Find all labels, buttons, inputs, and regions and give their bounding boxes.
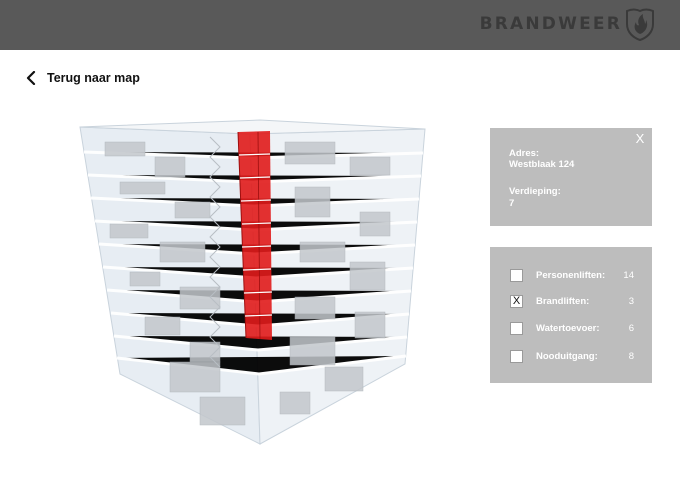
- filter-label: Brandliften:: [536, 295, 590, 307]
- filter-label: Personenliften:: [536, 269, 606, 281]
- checkbox-watertoevoer[interactable]: [510, 321, 523, 335]
- filter-personenliften[interactable]: Personenliften: 14: [510, 268, 640, 282]
- brand-name: BRANDWEER: [479, 14, 622, 34]
- checkbox-brandliften[interactable]: X: [510, 294, 523, 308]
- filter-nooduitgang[interactable]: Nooduitgang: 8: [510, 349, 640, 363]
- floor-value: 7: [509, 198, 515, 209]
- filter-count: 8: [628, 350, 634, 362]
- filter-count: 6: [628, 322, 634, 334]
- filter-label: Watertoevoer:: [536, 322, 600, 334]
- filter-count: 3: [628, 295, 634, 307]
- filter-brandliften[interactable]: X Brandliften: 3: [510, 294, 640, 308]
- back-link[interactable]: Terug naar map: [24, 69, 140, 87]
- checkbox-nooduitgang[interactable]: [510, 349, 523, 363]
- top-bar: BRANDWEER: [0, 0, 680, 50]
- filter-count: 14: [623, 269, 634, 281]
- back-label: Terug naar map: [47, 71, 140, 85]
- brandweer-flame-logo-icon: [626, 8, 654, 42]
- floor-label: Verdieping:: [509, 186, 561, 197]
- address-value: Westblaak 124: [509, 159, 575, 170]
- checkbox-personenliften[interactable]: [510, 268, 523, 282]
- filter-label: Nooduitgang:: [536, 350, 598, 362]
- address-label: Adres:: [509, 148, 540, 159]
- filter-panel: Personenliften: 14 X Brandliften: 3 Wate…: [490, 247, 652, 383]
- info-panel: X Adres: Westblaak 124 Verdieping: 7: [490, 128, 652, 226]
- building-3d-view[interactable]: [60, 112, 450, 462]
- close-button[interactable]: X: [634, 132, 646, 146]
- filter-watertoevoer[interactable]: Watertoevoer: 6: [510, 321, 640, 335]
- chevron-left-icon: [26, 71, 36, 85]
